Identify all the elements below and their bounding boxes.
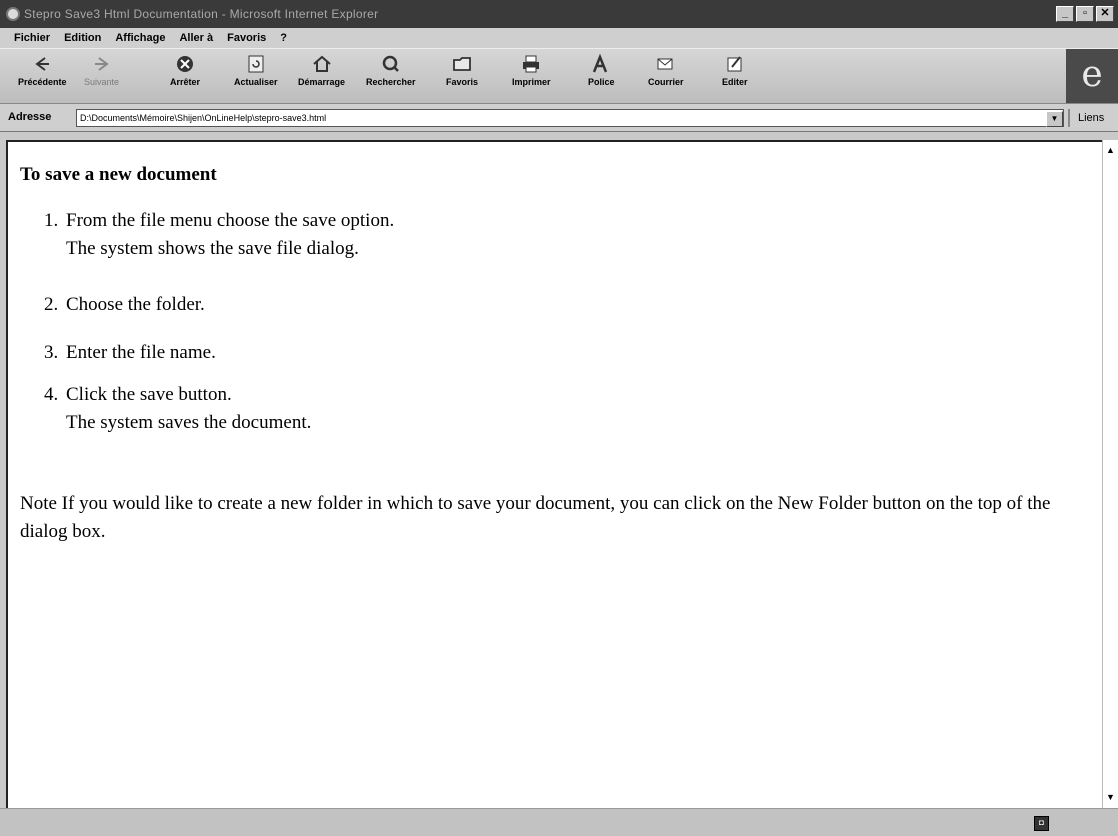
back-button[interactable]: Précédente — [18, 53, 67, 87]
home-button[interactable]: Démarrage — [298, 53, 345, 87]
stop-label: Arrêter — [170, 77, 201, 87]
mail-icon — [657, 58, 673, 70]
favorites-label: Favoris — [446, 77, 479, 87]
close-button[interactable]: ✕ — [1096, 6, 1114, 22]
page-content: To save a new document 1. From the file m… — [6, 140, 1102, 808]
edit-icon — [727, 56, 742, 72]
menu-edition[interactable]: Edition — [64, 32, 101, 44]
home-label: Démarrage — [298, 77, 346, 87]
search-button[interactable]: Rechercher — [366, 53, 416, 87]
print-label: Imprimer — [512, 77, 551, 87]
step-result: The system shows the save file dialog. — [66, 238, 359, 259]
title-bar: Stepro Save3 Html Documentation - Micros… — [0, 0, 1118, 28]
address-input[interactable]: D:\Documents\Mémoire\Shijen\OnLineHelp\s… — [76, 109, 1064, 127]
step-result: The system saves the document. — [66, 412, 312, 433]
edit-label: Editer — [722, 77, 748, 87]
note-text: Note If you would like to create a new f… — [20, 493, 1051, 542]
chevron-down-icon: ▼ — [1050, 114, 1059, 123]
list-item: 1. From the file menu choose the save opt… — [44, 210, 394, 260]
security-zone-icon: ◘ — [1034, 816, 1049, 831]
step-text: Enter the file name. — [66, 342, 216, 363]
status-bar: ◘ — [0, 808, 1118, 836]
search-icon — [382, 55, 399, 72]
font-button[interactable]: Police — [588, 53, 615, 87]
font-label: Police — [588, 77, 615, 87]
menu-bar: Fichier Edition Affichage Aller à Favori… — [0, 28, 1118, 48]
list-item: 4. Click the save button. The system save… — [44, 384, 311, 434]
mail-label: Courrier — [648, 77, 684, 87]
menu-aller[interactable]: Aller à — [179, 32, 213, 44]
links-button[interactable]: Liens — [1068, 109, 1118, 127]
font-icon — [593, 53, 608, 73]
scroll-down-icon[interactable]: ▼ — [1104, 791, 1117, 804]
forward-label: Suivante — [84, 77, 120, 87]
arrow-right-icon — [94, 57, 109, 71]
menu-help[interactable]: ? — [280, 32, 287, 44]
address-dropdown-button[interactable]: ▼ — [1046, 111, 1063, 127]
printer-icon — [523, 55, 540, 73]
scroll-up-icon[interactable]: ▲ — [1104, 144, 1117, 157]
page-title: To save a new document — [20, 164, 217, 185]
step-number: 4. — [44, 384, 59, 405]
home-icon — [312, 55, 331, 72]
refresh-icon — [248, 55, 264, 73]
step-number: 2. — [44, 294, 59, 315]
arrow-left-icon — [35, 57, 50, 71]
menu-affichage[interactable]: Affichage — [115, 32, 165, 44]
step-number: 1. — [44, 210, 59, 231]
vertical-scrollbar[interactable]: ▲ ▼ — [1102, 140, 1118, 808]
toolbar: Précédente Suivante Arrêter Actualiser D… — [0, 48, 1118, 104]
menu-fichier[interactable]: Fichier — [14, 32, 50, 44]
window-controls: _ ▫ ✕ — [1056, 6, 1114, 22]
folder-icon — [453, 57, 471, 71]
minimize-button[interactable]: _ — [1056, 6, 1074, 22]
menu-favoris[interactable]: Favoris — [227, 32, 266, 44]
edit-button[interactable]: Editer — [722, 53, 748, 87]
list-item: 3. Enter the file name. — [44, 342, 216, 364]
stop-icon — [177, 56, 193, 72]
ie-window-icon — [6, 7, 20, 21]
refresh-label: Actualiser — [234, 77, 278, 87]
address-bar: Adresse D:\Documents\Mémoire\Shijen\OnLi… — [0, 104, 1118, 132]
address-label: Adresse — [8, 111, 52, 123]
step-text: From the file menu choose the save optio… — [66, 210, 395, 231]
list-item: 2. Choose the folder. — [44, 294, 205, 316]
step-number: 3. — [44, 342, 59, 363]
window-title: Stepro Save3 Html Documentation - Micros… — [24, 7, 379, 21]
mail-button[interactable]: Courrier — [648, 53, 684, 87]
stop-button[interactable]: Arrêter — [170, 53, 200, 87]
step-text: Click the save button. — [66, 384, 232, 405]
favorites-button[interactable]: Favoris — [446, 53, 478, 87]
step-text: Choose the folder. — [66, 294, 205, 315]
back-label: Précédente — [18, 77, 67, 87]
print-button[interactable]: Imprimer — [512, 53, 551, 87]
refresh-button[interactable]: Actualiser — [234, 53, 278, 87]
search-label: Rechercher — [366, 77, 416, 87]
maximize-button[interactable]: ▫ — [1076, 6, 1094, 22]
forward-button[interactable]: Suivante — [84, 53, 119, 87]
ie-logo: e — [1066, 49, 1118, 103]
